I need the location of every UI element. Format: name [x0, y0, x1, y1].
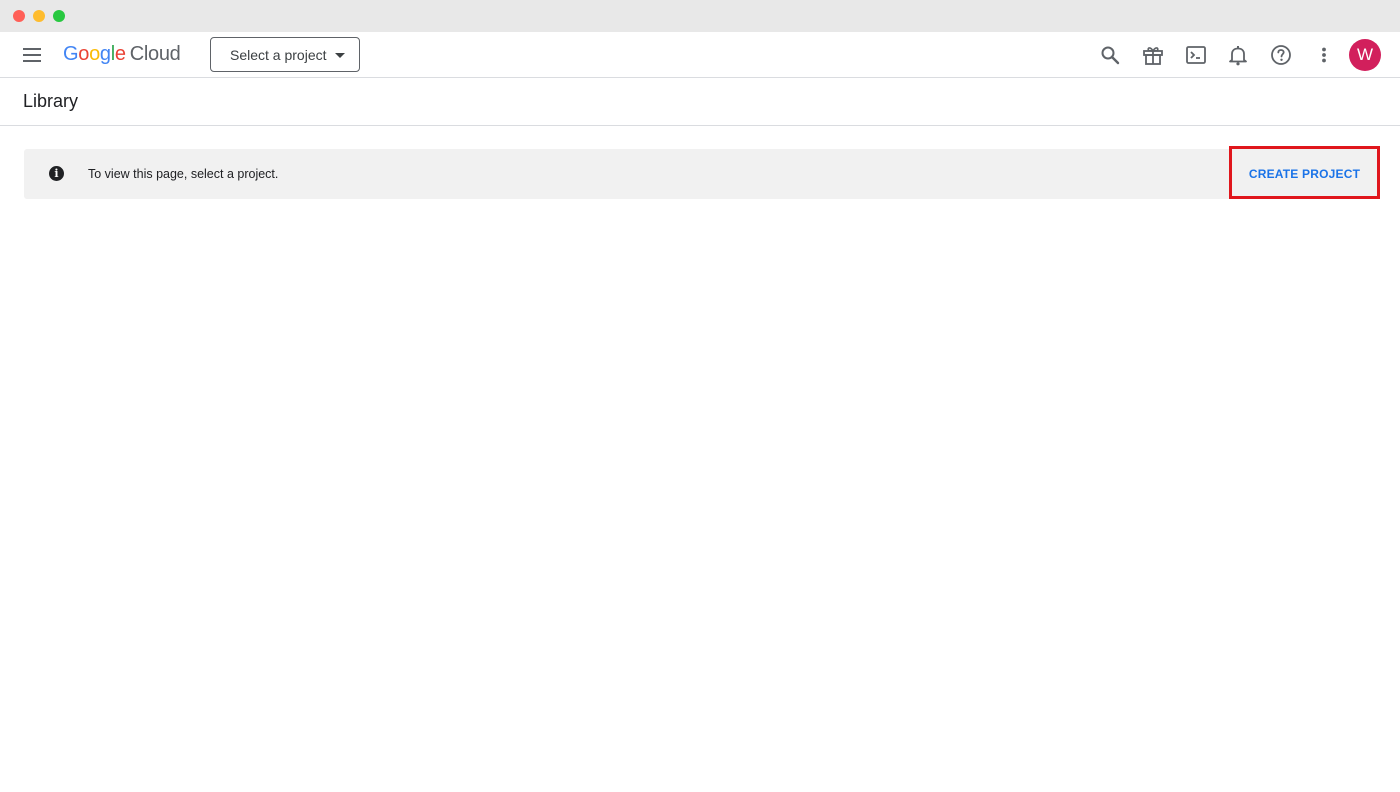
google-cloud-logo[interactable]: Google Cloud: [63, 43, 181, 65]
top-navigation-bar: Google Cloud Select a project W: [0, 32, 1400, 78]
banner-message: To view this page, select a project.: [88, 167, 279, 181]
info-icon: i: [49, 166, 64, 181]
project-selector-label: Select a project: [230, 47, 327, 63]
logo-letter-o2: o: [89, 43, 100, 65]
page-header: Library: [0, 78, 1400, 126]
bell-icon[interactable]: [1222, 39, 1254, 71]
info-banner: i To view this page, select a project.: [24, 149, 1377, 199]
window-maximize-button[interactable]: [53, 10, 65, 22]
search-icon[interactable]: [1094, 39, 1126, 71]
hamburger-menu-icon[interactable]: [18, 41, 46, 69]
logo-letter-g2: g: [99, 43, 111, 65]
logo-letter-o1: o: [78, 43, 90, 65]
window-close-button[interactable]: [13, 10, 25, 22]
logo-product-name: Cloud: [129, 43, 181, 65]
logo-letter-g: G: [63, 43, 79, 65]
create-project-label: CREATE PROJECT: [1248, 167, 1361, 181]
window-minimize-button[interactable]: [33, 10, 45, 22]
page-title: Library: [23, 91, 79, 111]
terminal-icon[interactable]: [1180, 39, 1212, 71]
more-vert-icon[interactable]: [1308, 39, 1340, 71]
help-icon[interactable]: [1265, 39, 1297, 71]
account-avatar[interactable]: W: [1349, 39, 1381, 71]
project-selector-button[interactable]: Select a project: [210, 37, 360, 72]
caret-down-icon: [335, 53, 345, 58]
window-titlebar: [0, 0, 1400, 32]
logo-letter-e: e: [114, 43, 126, 65]
create-project-button[interactable]: CREATE PROJECT: [1229, 146, 1380, 199]
gift-icon[interactable]: [1137, 39, 1169, 71]
